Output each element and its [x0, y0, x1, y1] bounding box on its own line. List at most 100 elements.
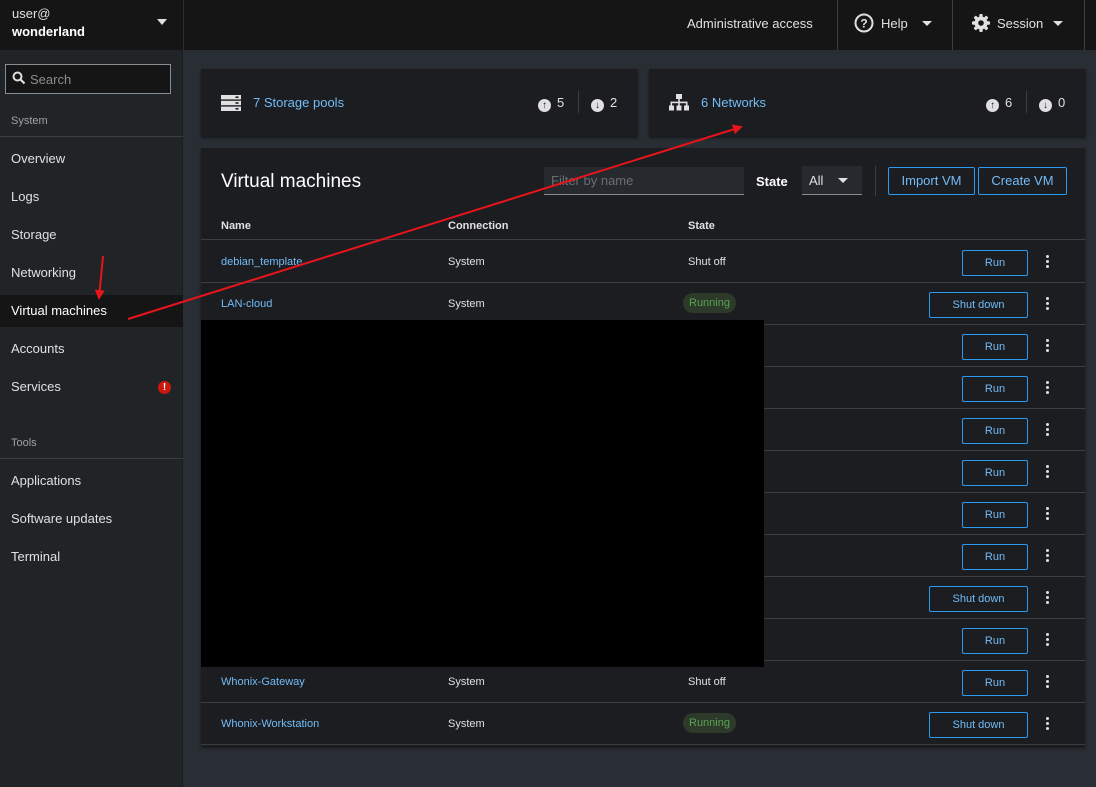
run-button[interactable]: Run: [962, 502, 1028, 528]
kebab-menu-icon[interactable]: [1046, 549, 1050, 563]
search-input[interactable]: [30, 69, 166, 89]
networks-link[interactable]: 6 Networks: [701, 95, 766, 110]
sidebar-item-accounts[interactable]: Accounts: [0, 333, 183, 365]
session-menu-button[interactable]: Session: [953, 0, 1084, 50]
create-vm-button[interactable]: Create VM: [978, 167, 1067, 195]
storage-inactive-count: ↓ 2: [591, 95, 617, 112]
help-menu-button[interactable]: ? Help: [838, 0, 952, 50]
state-filter-value: All: [809, 173, 824, 188]
run-button[interactable]: Run: [962, 418, 1028, 444]
state-filter-label: State: [756, 174, 788, 189]
kebab-menu-icon[interactable]: [1046, 381, 1050, 395]
stat-value: 6: [1005, 95, 1013, 110]
sidebar-item-label: Virtual machines: [11, 303, 107, 318]
run-button[interactable]: Run: [962, 334, 1028, 360]
redacted-area: [201, 320, 764, 667]
session-label: Session: [997, 16, 1044, 31]
sidebar-item-label: Storage: [11, 227, 57, 242]
sidebar-item-label: Applications: [11, 473, 82, 488]
stat-value: 5: [557, 95, 565, 110]
sidebar-item-services[interactable]: Services!: [0, 371, 183, 403]
sidebar-item-storage[interactable]: Storage: [0, 219, 183, 251]
kebab-menu-icon[interactable]: [1046, 633, 1050, 647]
help-icon: ?: [854, 13, 874, 33]
caret-down-icon: [838, 178, 848, 183]
kebab-menu-icon[interactable]: [1046, 423, 1050, 437]
vm-name-link[interactable]: Whonix-Workstation: [221, 718, 319, 730]
vm-state-badge: Shut off: [688, 676, 726, 688]
networks-card: 6 Networks ↑ 6 ↓ 0: [649, 69, 1086, 136]
sidebar: user@ wonderland System Overview Logs Stor…: [0, 0, 183, 787]
kebab-menu-icon[interactable]: [1046, 507, 1050, 521]
search-box[interactable]: [5, 64, 171, 94]
section-tools: Tools: [11, 437, 37, 449]
kebab-menu-icon[interactable]: [1046, 675, 1050, 689]
vm-connection: System: [448, 718, 485, 730]
kebab-menu-icon[interactable]: [1046, 465, 1050, 479]
column-header-name[interactable]: Name: [221, 220, 251, 232]
run-button[interactable]: Run: [962, 628, 1028, 654]
table-row: LAN-cloud System Running Shut down: [201, 283, 1085, 325]
networks-active-count: ↑ 6: [986, 95, 1012, 112]
search-icon: [12, 71, 26, 85]
filter-by-name-input[interactable]: [544, 167, 744, 195]
state-filter-select[interactable]: All: [802, 166, 862, 195]
vm-name-link[interactable]: LAN-cloud: [221, 298, 272, 310]
administrative-access-button[interactable]: Administrative access: [687, 16, 813, 31]
kebab-menu-icon[interactable]: [1046, 297, 1050, 311]
sidebar-item-terminal[interactable]: Terminal: [0, 541, 183, 573]
column-header-state[interactable]: State: [688, 220, 715, 232]
divider: [1084, 0, 1085, 50]
svg-text:?: ?: [860, 17, 867, 31]
vm-connection: System: [448, 676, 485, 688]
table-header: Name Connection State: [201, 218, 1085, 240]
sidebar-item-applications[interactable]: Applications: [0, 465, 183, 497]
host-switcher[interactable]: user@ wonderland: [0, 0, 183, 50]
section-system: System: [11, 115, 48, 127]
divider: [0, 136, 183, 137]
shut-down-button[interactable]: Shut down: [929, 712, 1028, 738]
run-button[interactable]: Run: [962, 250, 1028, 276]
host-user: user@: [12, 6, 51, 21]
shut-down-button[interactable]: Shut down: [929, 292, 1028, 318]
sidebar-item-logs[interactable]: Logs: [0, 181, 183, 213]
vm-state-badge: Running: [683, 713, 736, 733]
arrow-up-icon: ↑: [538, 99, 551, 112]
sidebar-item-label: Networking: [11, 265, 77, 280]
sidebar-item-label: Logs: [11, 189, 40, 204]
column-header-connection[interactable]: Connection: [448, 220, 509, 232]
import-vm-button[interactable]: Import VM: [888, 167, 975, 195]
divider: [578, 91, 579, 113]
help-label: Help: [881, 16, 908, 31]
storage-pools-link[interactable]: 7 Storage pools: [253, 95, 344, 110]
shut-down-button[interactable]: Shut down: [929, 586, 1028, 612]
sidebar-item-software-updates[interactable]: Software updates: [0, 503, 183, 535]
sidebar-item-virtual-machines[interactable]: Virtual machines: [0, 295, 183, 327]
run-button[interactable]: Run: [962, 544, 1028, 570]
vm-name-link[interactable]: debian_template: [221, 256, 302, 268]
table-row: Whonix-Gateway System Shut off Run: [201, 661, 1085, 703]
sidebar-item-networking[interactable]: Networking: [0, 257, 183, 289]
sidebar-item-overview[interactable]: Overview: [0, 143, 183, 175]
kebab-menu-icon[interactable]: [1046, 255, 1050, 269]
networks-inactive-count: ↓ 0: [1039, 95, 1065, 112]
divider: [875, 166, 876, 196]
storage-pools-card: 7 Storage pools ↑ 5 ↓ 2: [201, 69, 638, 136]
kebab-menu-icon[interactable]: [1046, 339, 1050, 353]
run-button[interactable]: Run: [962, 376, 1028, 402]
kebab-menu-icon[interactable]: [1046, 591, 1050, 605]
vm-name-link[interactable]: Whonix-Gateway: [221, 676, 305, 688]
sidebar-item-label: Overview: [11, 151, 66, 166]
caret-down-icon: [1053, 21, 1063, 26]
run-button[interactable]: Run: [962, 460, 1028, 486]
host-name: wonderland: [12, 24, 85, 39]
run-button[interactable]: Run: [962, 670, 1028, 696]
arrow-down-icon: ↓: [1039, 99, 1052, 112]
sidebar-item-label: Services: [11, 379, 61, 394]
sidebar-item-label: Terminal: [11, 549, 61, 564]
vm-state-badge: Running: [683, 293, 736, 313]
stat-value: 2: [610, 95, 618, 110]
kebab-menu-icon[interactable]: [1046, 717, 1050, 731]
sidebar-item-label: Accounts: [11, 341, 65, 356]
sidebar-item-label: Software updates: [11, 511, 113, 526]
